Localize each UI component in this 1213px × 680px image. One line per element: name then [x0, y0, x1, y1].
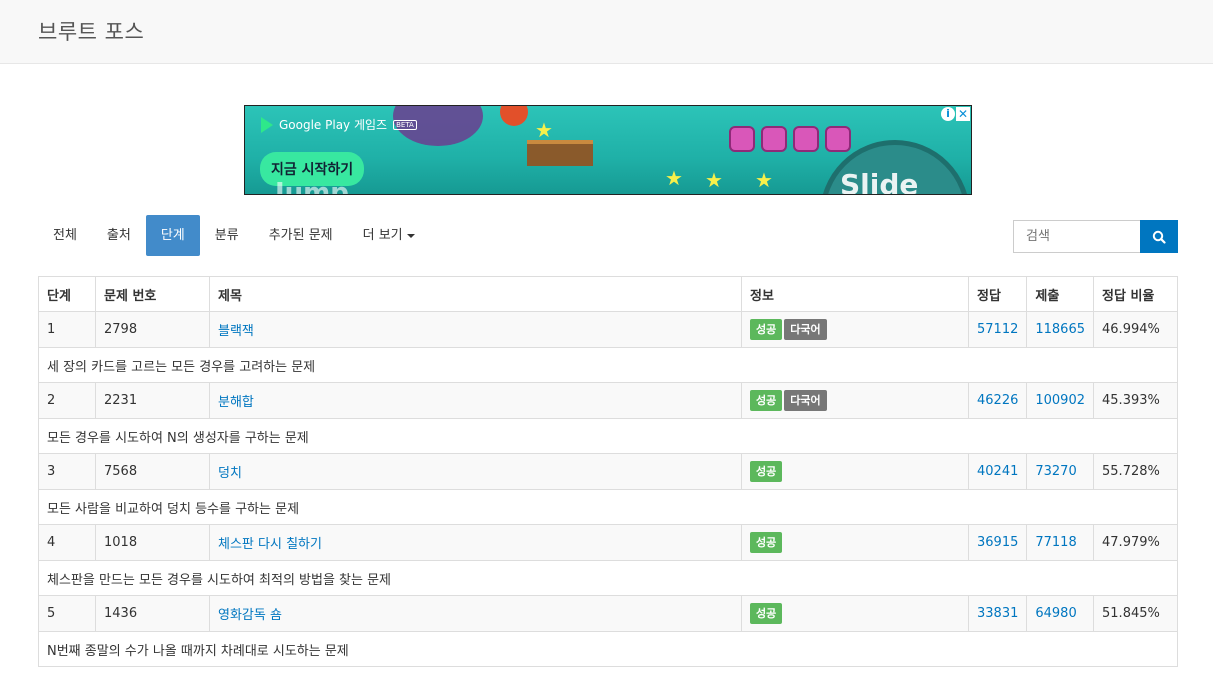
- table-row: 3 7568 덩치 성공 40241 73270 55.728%: [38, 453, 1178, 490]
- success-badge: 성공: [750, 603, 783, 624]
- cell-problem-id: 1436: [95, 595, 210, 632]
- description-row: 모든 사람을 비교하여 덩치 등수를 구하는 문제: [38, 489, 1178, 525]
- ad-decoration: [500, 106, 528, 126]
- ad-decoration: [527, 140, 593, 166]
- problem-title-link[interactable]: 분해합: [218, 395, 254, 410]
- tab-source[interactable]: 출처: [92, 215, 146, 256]
- problem-title-link[interactable]: 덩치: [218, 466, 242, 481]
- description-row: 체스판을 만드는 모든 경우를 시도하여 최적의 방법을 찾는 문제: [38, 560, 1178, 596]
- cell-ratio: 47.979%: [1093, 524, 1178, 561]
- cell-ratio: 51.845%: [1093, 595, 1178, 632]
- ad-info-icon[interactable]: i: [941, 107, 955, 121]
- correct-count-link[interactable]: 57112: [977, 322, 1018, 337]
- submit-count-link[interactable]: 64980: [1035, 606, 1076, 621]
- cell-ratio: 55.728%: [1093, 453, 1178, 490]
- description-row: 모든 경우를 시도하여 N의 생성자를 구하는 문제: [38, 418, 1178, 454]
- cell-problem-id: 7568: [95, 453, 210, 490]
- problem-description: 체스판을 만드는 모든 경우를 시도하여 최적의 방법을 찾는 문제: [38, 560, 1178, 596]
- tab-level[interactable]: 단계: [145, 215, 200, 256]
- cell-problem-id: 2231: [95, 382, 210, 419]
- search-icon: [1152, 230, 1166, 244]
- success-badge: 성공: [750, 532, 783, 553]
- table-row: 2 2231 분해합 성공 다국어 46226 100902 45.393%: [38, 382, 1178, 419]
- submit-count-link[interactable]: 77118: [1035, 535, 1076, 550]
- table-header-row: 단계 문제 번호 제목 정보 정답 제출 정답 비율: [38, 276, 1178, 312]
- problem-description: 모든 경우를 시도하여 N의 생성자를 구하는 문제: [38, 418, 1178, 454]
- nav-tabs: 전체 출처 단계 분류 추가된 문제 더 보기: [38, 215, 430, 256]
- cell-level: 1: [38, 311, 96, 348]
- header-title: 제목: [209, 276, 742, 312]
- ad-word-left: Jump: [275, 178, 349, 195]
- search-input[interactable]: [1013, 220, 1140, 253]
- tab-more-dropdown[interactable]: 더 보기: [348, 215, 430, 256]
- description-row: N번째 종말의 수가 나올 때까지 차례대로 시도하는 문제: [38, 631, 1178, 667]
- table-row: 5 1436 영화감독 숌 성공 33831 64980 51.845%: [38, 595, 1178, 632]
- star-icon: ★: [755, 168, 773, 192]
- header-correct: 정답: [967, 276, 1028, 312]
- ad-brand-text: Google Play 게임즈: [279, 118, 388, 132]
- ad-word-right: Slide: [840, 168, 919, 195]
- submit-count-link[interactable]: 73270: [1035, 464, 1076, 479]
- problem-description: 모든 사람을 비교하여 덩치 등수를 구하는 문제: [38, 489, 1178, 525]
- tab-category[interactable]: 분류: [200, 215, 254, 256]
- multilang-badge: 다국어: [784, 390, 827, 411]
- table-row: 1 2798 블랙잭 성공 다국어 57112 118665 46.994%: [38, 311, 1178, 348]
- ad-gems: [729, 126, 851, 152]
- tab-all[interactable]: 전체: [38, 215, 92, 256]
- submit-count-link[interactable]: 100902: [1035, 393, 1085, 408]
- correct-count-link[interactable]: 33831: [977, 606, 1018, 621]
- cell-level: 4: [38, 524, 96, 561]
- cell-level: 2: [38, 382, 96, 419]
- tab-added-problems[interactable]: 추가된 문제: [254, 215, 348, 256]
- cell-problem-id: 1018: [95, 524, 210, 561]
- cell-problem-id: 2798: [95, 311, 210, 348]
- caret-down-icon: [406, 233, 415, 238]
- problem-title-link[interactable]: 블랙잭: [218, 324, 254, 339]
- cell-level: 5: [38, 595, 96, 632]
- submit-count-link[interactable]: 118665: [1035, 322, 1085, 337]
- correct-count-link[interactable]: 46226: [977, 393, 1018, 408]
- multilang-badge: 다국어: [784, 319, 827, 340]
- page-title: 브루트 포스: [38, 20, 145, 44]
- search-button[interactable]: [1140, 220, 1178, 253]
- success-badge: 성공: [750, 390, 783, 411]
- header-ratio: 정답 비율: [1093, 276, 1178, 312]
- header-problem-id: 문제 번호: [95, 276, 210, 312]
- star-icon: ★: [665, 166, 683, 190]
- cell-ratio: 45.393%: [1093, 382, 1178, 419]
- star-icon: ★: [535, 118, 553, 142]
- star-icon: ★: [705, 168, 723, 192]
- correct-count-link[interactable]: 36915: [977, 535, 1018, 550]
- tab-more-label: 더 보기: [362, 228, 403, 243]
- problem-description: N번째 종말의 수가 나올 때까지 차례대로 시도하는 문제: [38, 631, 1178, 667]
- cell-level: 3: [38, 453, 96, 490]
- success-badge: 성공: [750, 319, 783, 340]
- top-bar: 브루트 포스: [0, 0, 1213, 64]
- problem-title-link[interactable]: 영화감독 숌: [218, 608, 282, 623]
- problem-table: 단계 문제 번호 제목 정보 정답 제출 정답 비율 1 2798 블랙잭 성공…: [38, 276, 1178, 667]
- table-row: 4 1018 체스판 다시 칠하기 성공 36915 77118 47.979%: [38, 524, 1178, 561]
- ad-beta-badge: BETA: [393, 119, 417, 130]
- header-level: 단계: [38, 276, 96, 312]
- header-submit: 제출: [1026, 276, 1095, 312]
- play-icon: [261, 116, 273, 133]
- correct-count-link[interactable]: 40241: [977, 464, 1018, 479]
- ad-brand: Google Play 게임즈 BETA: [261, 116, 417, 133]
- description-row: 세 장의 카드를 고르는 모든 경우를 고려하는 문제: [38, 347, 1178, 383]
- advertisement-banner[interactable]: ★ ★ ★ ★ Google Play 게임즈 BETA 지금 시작하기 Jum…: [244, 105, 972, 195]
- problem-description: 세 장의 카드를 고르는 모든 경우를 고려하는 문제: [38, 347, 1178, 383]
- problem-title-link[interactable]: 체스판 다시 칠하기: [218, 537, 322, 552]
- header-info: 정보: [741, 276, 969, 312]
- success-badge: 성공: [750, 461, 783, 482]
- cell-ratio: 46.994%: [1093, 311, 1178, 348]
- search-form: [1013, 220, 1178, 253]
- ad-close-icon[interactable]: ✕: [956, 107, 970, 121]
